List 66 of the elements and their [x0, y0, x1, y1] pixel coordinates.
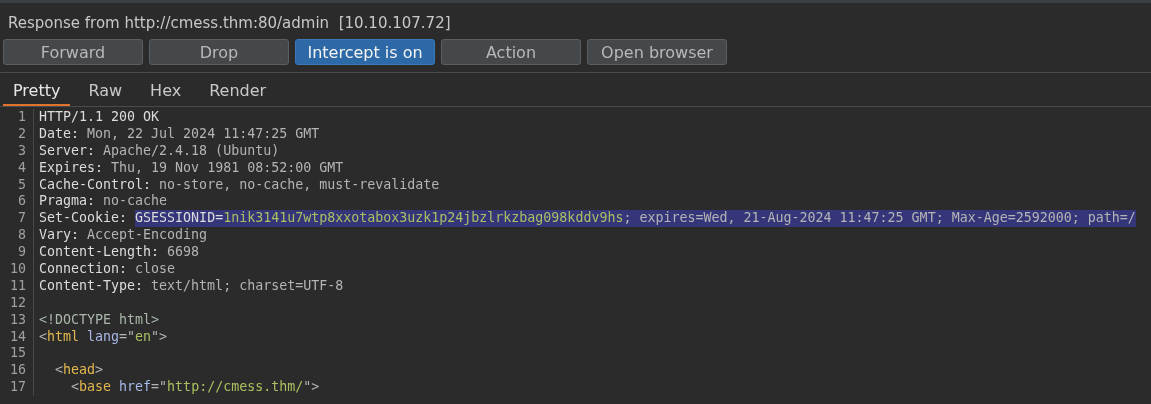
line-number: 1: [0, 109, 34, 126]
code-text: HTTP/1.1 200 OK: [39, 109, 160, 126]
code-text: html: [47, 328, 80, 346]
code-text: Expires:: [39, 159, 105, 177]
line-number: 17: [0, 379, 34, 397]
line-number: 10: [0, 261, 34, 278]
code-text: en: [135, 328, 152, 346]
line-number: 8: [0, 227, 34, 245]
selected-code-text: GSESSIONID=: [135, 210, 224, 228]
line-number: 12: [0, 294, 34, 312]
toolbar-button[interactable]: Intercept is on: [295, 39, 435, 65]
toolbar-button[interactable]: Open browser: [587, 39, 727, 65]
line-number: 4: [0, 159, 34, 177]
code-text: <: [70, 379, 80, 397]
line-number: 5: [0, 176, 34, 194]
code-text: Pragma:: [39, 193, 97, 211]
line-number: 14: [0, 328, 34, 346]
line-number: 9: [0, 244, 34, 261]
selected-code-text: ; expires=Wed, 21-Aug-2024 11:47:25 GMT; Max-Age=2592000; path=/: [623, 210, 1136, 228]
window-title: Response from http://cmess.thm:80/admin [10.10.107.72]: [7, 13, 452, 34]
code-text: Date:: [39, 125, 81, 143]
code-text: text/html; charset=UTF-8: [151, 277, 344, 295]
line-number: 11: [0, 277, 34, 295]
code-text: Thu, 19 Nov 1981 08:52:00 GMT: [111, 159, 344, 177]
view-tab[interactable]: Raw: [78, 79, 133, 106]
view-tab[interactable]: Render: [199, 79, 277, 106]
code-text: Content-Type:: [39, 277, 145, 295]
view-tab[interactable]: Pretty: [3, 79, 71, 106]
code-text: Accept-Encoding: [87, 227, 208, 245]
code-text: Vary:: [39, 227, 81, 245]
code-text: ">: [151, 328, 168, 346]
code-text: Connection:: [39, 261, 129, 278]
code-text: lang: [86, 328, 120, 346]
code-text: Content-Length:: [39, 244, 161, 261]
code-text: <!DOCTYPE html>: [39, 311, 160, 329]
code-text: base: [79, 379, 112, 397]
code-text: no-cache: [103, 193, 168, 211]
view-tab[interactable]: Hex: [140, 79, 192, 106]
code-text: Mon, 22 Jul 2024 11:47:25 GMT: [87, 125, 320, 143]
code-text: =": [119, 328, 136, 346]
code-text: Set-Cookie:: [39, 210, 129, 228]
toolbar-button[interactable]: Action: [441, 39, 581, 65]
code-text: close: [135, 261, 176, 278]
code-text: http://cmess.thm/: [167, 379, 304, 397]
code-text: href: [118, 379, 152, 397]
toolbar-button[interactable]: Drop: [149, 39, 289, 65]
selected-code-text: 1nik3141u7wtp8xxotabox3uzk1p24jbzlrkzbag098kddv9hs: [223, 210, 624, 228]
code-text: Server:: [39, 142, 97, 160]
line-number: 16: [0, 362, 34, 380]
code-text: >: [95, 362, 104, 380]
code-text: =": [151, 379, 168, 397]
code-text: <: [54, 362, 64, 380]
code-text: head: [63, 362, 96, 380]
code-text: Cache-Control:: [39, 176, 153, 194]
code-text: ">: [303, 379, 320, 397]
toolbar-button[interactable]: Forward: [3, 39, 143, 65]
line-number: 6: [0, 193, 34, 211]
code-text: 6698: [167, 244, 200, 261]
line-number: 13: [0, 311, 34, 329]
line-number: 3: [0, 142, 34, 160]
line-number: 2: [0, 125, 34, 143]
line-number: 15: [0, 345, 34, 363]
code-text: no-store, no-cache, must-revalidate: [159, 176, 440, 194]
code-text: Apache/2.4.18 (Ubuntu): [103, 142, 280, 160]
line-number: 7: [0, 210, 34, 228]
code-text: <: [39, 328, 47, 346]
